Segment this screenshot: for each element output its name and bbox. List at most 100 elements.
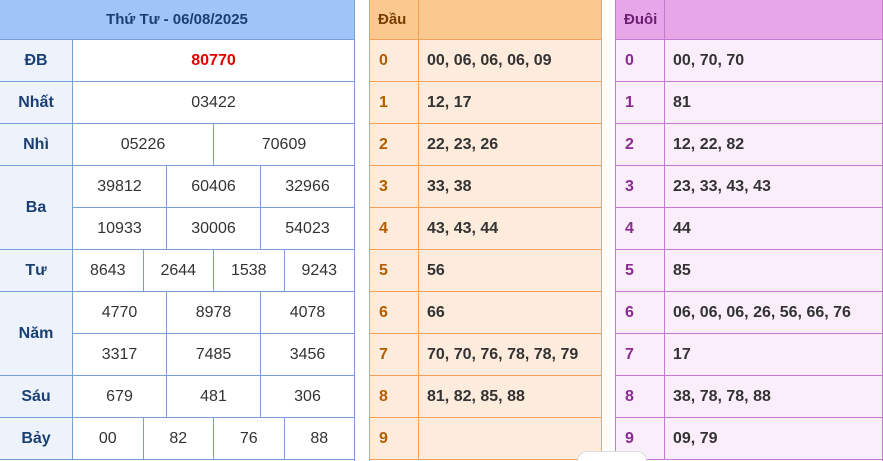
dau-digit: 8 <box>370 376 419 417</box>
dau-digit: 1 <box>370 82 419 123</box>
duoi-row: 8 38, 78, 78, 88 <box>616 376 882 418</box>
prize-number: 39812 <box>97 177 142 195</box>
duoi-row: 0 00, 70, 70 <box>616 40 882 82</box>
prize-number: 70609 <box>213 124 354 165</box>
prize-number: 30006 <box>166 208 260 249</box>
prize-label: Ba <box>0 166 73 249</box>
prize-number: 05226 <box>120 135 166 153</box>
prize-number: 3456 <box>260 334 354 375</box>
results-body: ĐB 80770 Nhất 03422 Nhì 05226 70609 Ba 39812 6040… <box>0 40 354 460</box>
duoi-row: 4 44 <box>616 208 882 250</box>
duoi-header-blank <box>665 0 882 39</box>
duoi-row: 6 06, 06, 06, 26, 56, 66, 76 <box>616 292 882 334</box>
duoi-values: 06, 06, 06, 26, 56, 66, 76 <box>673 303 851 321</box>
prize-row: Năm 4770 8978 4078 3317 7485 3456 <box>0 292 354 376</box>
prize-number: 32966 <box>260 166 354 207</box>
prize-row: Bảy 00 82 76 88 <box>0 418 354 460</box>
prize-number: 54023 <box>260 208 354 249</box>
duoi-row: 3 23, 33, 43, 43 <box>616 166 882 208</box>
prize-number: 80770 <box>191 51 236 69</box>
prize-number: 306 <box>260 376 354 417</box>
prize-number: 82 <box>142 418 214 459</box>
duoi-header-label: Đuôi <box>616 0 665 39</box>
dau-values: 70, 70, 76, 78, 78, 79 <box>427 345 579 363</box>
prize-row: Sáu 679 481 306 <box>0 376 354 418</box>
prize-label: Nhất <box>0 82 73 123</box>
duoi-digit: 5 <box>616 250 665 291</box>
prize-number: 60406 <box>166 166 260 207</box>
prize-number: 88 <box>283 418 355 459</box>
duoi-digit: 0 <box>616 40 665 81</box>
dau-values: 66 <box>427 303 445 321</box>
prize-row: Tư 8643 2644 1538 9243 <box>0 250 354 292</box>
results-table: Thứ Tư - 06/08/2025 ĐB 80770 Nhất 03422 Nhì 0… <box>0 0 355 461</box>
dau-digit: 5 <box>370 250 419 291</box>
duoi-values: 85 <box>673 261 691 279</box>
prize-row: Nhất 03422 <box>0 82 354 124</box>
dau-row: 2 22, 23, 26 <box>370 124 601 166</box>
dau-values <box>419 418 601 459</box>
duoi-digit: 2 <box>616 124 665 165</box>
prize-number: 3317 <box>101 345 138 363</box>
prize-row: Ba 39812 60406 32966 10933 30006 54023 <box>0 166 354 250</box>
duoi-row: 5 85 <box>616 250 882 292</box>
dau-values: 22, 23, 26 <box>427 135 499 153</box>
dau-values: 81, 82, 85, 88 <box>427 387 525 405</box>
dau-header-blank <box>419 0 601 39</box>
dau-row: 5 56 <box>370 250 601 292</box>
prize-number: 00 <box>98 429 117 447</box>
prize-label: Bảy <box>0 418 73 459</box>
prize-number: 2644 <box>142 250 214 291</box>
duoi-values: 12, 22, 82 <box>673 135 745 153</box>
dau-row: 1 12, 17 <box>370 82 601 124</box>
dau-values: 12, 17 <box>427 93 472 111</box>
prize-row: Nhì 05226 70609 <box>0 124 354 166</box>
duoi-values: 00, 70, 70 <box>673 51 745 69</box>
dau-values: 33, 38 <box>427 177 472 195</box>
duoi-values: 38, 78, 78, 88 <box>673 387 771 405</box>
prize-number: 1538 <box>213 250 284 291</box>
dau-digit: 9 <box>370 418 419 459</box>
prize-number: 7485 <box>166 334 260 375</box>
duoi-row: 2 12, 22, 82 <box>616 124 882 166</box>
dau-values: 56 <box>427 261 445 279</box>
results-date-header: Thứ Tư - 06/08/2025 <box>0 0 354 40</box>
prize-number: 679 <box>106 387 133 405</box>
duoi-row: 9 09, 79 <box>616 418 882 460</box>
prize-number: 4770 <box>101 303 138 321</box>
dau-body: 0 00, 06, 06, 06, 09 1 12, 17 2 22, 23, 26 3 33… <box>370 40 601 460</box>
duoi-values: 44 <box>673 219 691 237</box>
dau-values: 00, 06, 06, 06, 09 <box>427 51 552 69</box>
duoi-digit: 4 <box>616 208 665 249</box>
dau-row: 7 70, 70, 76, 78, 78, 79 <box>370 334 601 376</box>
prize-number: 8978 <box>166 292 260 333</box>
prize-row: ĐB 80770 <box>0 40 354 82</box>
dau-row: 9 <box>370 418 601 460</box>
dau-digit: 6 <box>370 292 419 333</box>
prize-number: 76 <box>213 418 284 459</box>
prize-label: Năm <box>0 292 73 375</box>
duoi-values: 17 <box>673 345 691 363</box>
dau-digit: 2 <box>370 124 419 165</box>
duoi-values: 09, 79 <box>673 429 718 447</box>
dau-digit: 0 <box>370 40 419 81</box>
dau-digit: 4 <box>370 208 419 249</box>
duoi-row: 7 17 <box>616 334 882 376</box>
prize-label: Sáu <box>0 376 73 417</box>
duoi-header: Đuôi <box>616 0 882 40</box>
duoi-values: 23, 33, 43, 43 <box>673 177 771 195</box>
dau-panel: Đầu 0 00, 06, 06, 06, 09 1 12, 17 2 22, 23, 2… <box>369 0 602 461</box>
dau-row: 0 00, 06, 06, 06, 09 <box>370 40 601 82</box>
dau-row: 4 43, 43, 44 <box>370 208 601 250</box>
scroll-top-button[interactable] <box>577 451 647 461</box>
duoi-digit: 7 <box>616 334 665 375</box>
dau-digit: 7 <box>370 334 419 375</box>
prize-number: 481 <box>166 376 260 417</box>
duoi-digit: 6 <box>616 292 665 333</box>
prize-number: 4078 <box>260 292 354 333</box>
prize-number: 9243 <box>283 250 355 291</box>
prize-number: 10933 <box>97 219 142 237</box>
duoi-digit: 3 <box>616 166 665 207</box>
duoi-digit: 8 <box>616 376 665 417</box>
dau-row: 3 33, 38 <box>370 166 601 208</box>
